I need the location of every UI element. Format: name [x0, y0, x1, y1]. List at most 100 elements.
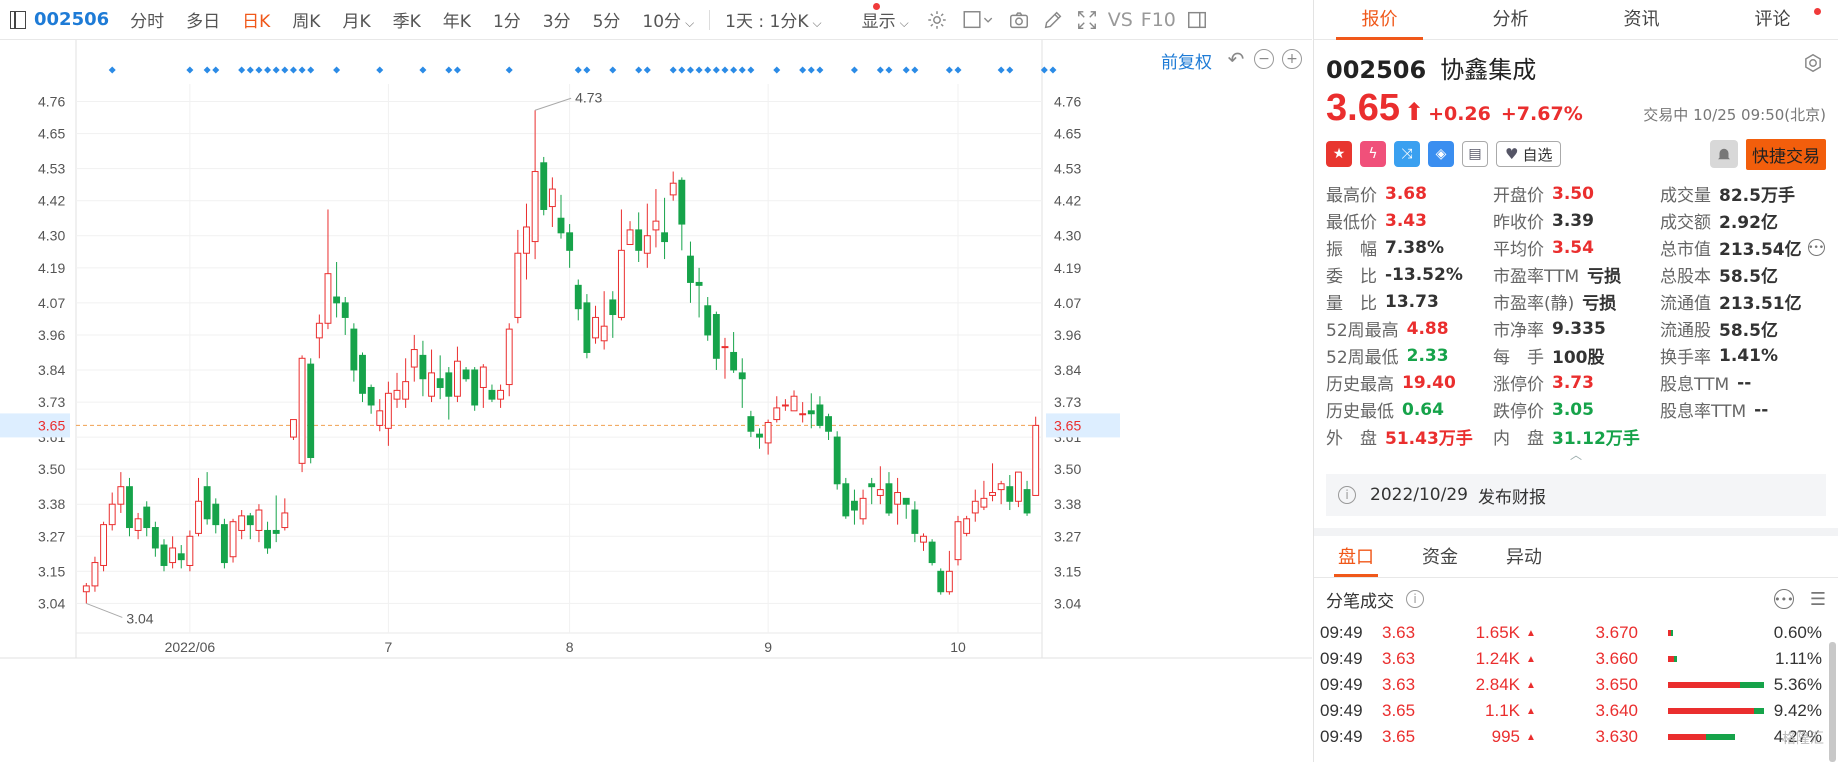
candle-down: [635, 229, 643, 251]
stat-cell: 外 盘 51.43万手: [1326, 423, 1493, 450]
flash-icon[interactable]: ϟ: [1360, 141, 1386, 167]
detail-subtabs: 盘口 资金 异动: [1314, 528, 1838, 578]
y-tick-label-right: 4.07: [1054, 295, 1081, 311]
period-intraday[interactable]: 分时: [119, 7, 175, 32]
display-dropdown[interactable]: 显示: [851, 7, 920, 32]
add-watchlist-button[interactable]: ♥ 自选: [1496, 141, 1562, 167]
tick-up-icon: ▲: [1526, 705, 1536, 717]
candle-up: [626, 229, 634, 245]
tick-time: 09:49: [1320, 727, 1363, 746]
candle-up: [91, 562, 99, 587]
candle-down: [842, 483, 850, 517]
subtab-anomaly[interactable]: 异动: [1482, 536, 1566, 577]
period-10min-dropdown[interactable]: 10分: [631, 7, 705, 32]
period-weekly-k[interactable]: 周K: [281, 7, 331, 32]
tab-comments[interactable]: 评论: [1707, 0, 1838, 39]
stat-value: 3.73: [1552, 372, 1594, 393]
candle-up: [859, 497, 867, 520]
candle-up: [298, 357, 306, 464]
y-tick-label-right: 4.53: [1054, 161, 1081, 177]
period-quarterly-k[interactable]: 季K: [382, 7, 432, 32]
candle-down: [341, 302, 349, 318]
tab-news[interactable]: 资讯: [1576, 0, 1707, 39]
tab-quote[interactable]: 报价: [1314, 0, 1445, 40]
tag-icon[interactable]: ◈: [1428, 141, 1454, 167]
layout-toggle-icon[interactable]: [10, 10, 26, 29]
pen-draw-icon[interactable]: [1041, 8, 1065, 32]
china-flag-icon[interactable]: ★: [1326, 141, 1352, 167]
stat-value: 3.43: [1385, 210, 1427, 231]
candle-up: [229, 521, 237, 558]
stat-label: 历史最低: [1326, 402, 1394, 422]
zoom-out-icon[interactable]: −: [1254, 49, 1274, 69]
candle-up: [894, 492, 902, 505]
collapse-caret-icon[interactable]: ︿: [1326, 449, 1826, 461]
y-tick-label-left: 4.30: [38, 228, 65, 244]
candle-up: [954, 521, 962, 561]
kline-chart[interactable]: 4.76 4.76 4.65 4.65 4.53 4.53 4.42 4.42 4.30 4.30…: [0, 40, 1312, 762]
stat-cell: 成交量 82.5万手: [1660, 180, 1830, 207]
y-tick-label-right: 3.96: [1054, 327, 1081, 343]
price-level: 3.670: [1595, 623, 1638, 642]
period-5min[interactable]: 5分: [582, 7, 632, 32]
fullscreen-icon[interactable]: [1075, 8, 1099, 32]
kline-chart-area[interactable]: 4.76 4.76 4.65 4.65 4.53 4.53 4.42 4.42 4.30 4.30…: [0, 40, 1312, 762]
shuffle-icon[interactable]: ⤨: [1394, 141, 1420, 167]
undo-icon[interactable]: ↶: [1226, 49, 1246, 69]
tick-info-icon[interactable]: i: [1406, 590, 1424, 608]
stat-value: 亏损: [1582, 294, 1617, 314]
quick-trade-button[interactable]: 快捷交易: [1746, 138, 1826, 170]
camera-icon[interactable]: [1007, 8, 1031, 32]
event-diamond-icon: [307, 66, 315, 74]
settings-icon[interactable]: [925, 8, 949, 32]
zoom-in-icon[interactable]: +: [1282, 49, 1302, 69]
more-options-icon[interactable]: •••: [1773, 589, 1794, 609]
candle-down: [730, 351, 738, 371]
y-tick-label-right: 3.04: [1054, 595, 1081, 611]
tab-analysis[interactable]: 分析: [1445, 0, 1576, 39]
range-dropdown[interactable]: 1天 : 1分K: [714, 7, 832, 32]
stat-cell: 52周最低 2.33: [1326, 342, 1493, 369]
candle-down: [756, 433, 763, 438]
earnings-notice[interactable]: i 2022/10/29 发布财报: [1326, 474, 1826, 516]
tick-up-icon: ▲: [1526, 679, 1536, 691]
candle-up: [989, 492, 996, 496]
compare-vs-button[interactable]: VS: [1104, 9, 1137, 31]
candle-down: [203, 486, 211, 520]
indicator-dropdown-icon[interactable]: [959, 8, 997, 32]
candle-down: [825, 416, 832, 432]
subtab-fund-flow[interactable]: 资金: [1398, 536, 1482, 577]
y-tick-label-right: 4.76: [1054, 94, 1081, 110]
adjust-mode-button[interactable]: 前复权: [1161, 48, 1212, 73]
stat-cell: 最低价 3.43: [1326, 207, 1493, 234]
period-1min[interactable]: 1分: [482, 7, 532, 32]
period-multiday[interactable]: 多日: [175, 7, 231, 32]
subtab-orderbook[interactable]: 盘口: [1314, 536, 1398, 577]
period-daily-k[interactable]: 日K: [231, 7, 281, 32]
more-icon[interactable]: •••: [1807, 239, 1825, 256]
volume-bar-buy: [1668, 708, 1755, 714]
f10-button[interactable]: F10: [1137, 9, 1180, 31]
period-3min[interactable]: 3分: [532, 7, 582, 32]
stat-label: 换手率: [1660, 348, 1711, 368]
candle-down: [661, 232, 669, 243]
tick-scrollbar[interactable]: [1829, 642, 1836, 762]
candle-down: [488, 389, 496, 400]
stat-value: 2.92亿: [1719, 213, 1778, 233]
stock-tag-icons: ★ ϟ ⤨ ◈ ▤ ♥ 自选 快捷交易: [1326, 138, 1826, 170]
candle-up: [799, 413, 807, 416]
tick-trades-list: 09:49 3.63 1.65K ▲ 3.670 0.60% 09:49 3.63 1.24K ▲…: [1314, 620, 1838, 750]
stock-code: 002506: [1326, 56, 1427, 84]
alert-bell-icon[interactable]: [1710, 140, 1738, 168]
filter-lines-icon[interactable]: ☰: [1810, 589, 1826, 610]
bookmark-icon[interactable]: ▤: [1462, 141, 1488, 167]
quote-settings-icon[interactable]: [1802, 52, 1824, 78]
period-yearly-k[interactable]: 年K: [432, 7, 482, 32]
earnings-date: 2022/10/29: [1370, 485, 1468, 505]
candle-down: [911, 509, 919, 534]
candle-up: [531, 171, 539, 243]
candle-down: [738, 372, 746, 380]
sidebar-toggle-icon[interactable]: [1185, 8, 1209, 32]
period-monthly-k[interactable]: 月K: [331, 7, 381, 32]
event-diamond-icon: [445, 66, 453, 74]
